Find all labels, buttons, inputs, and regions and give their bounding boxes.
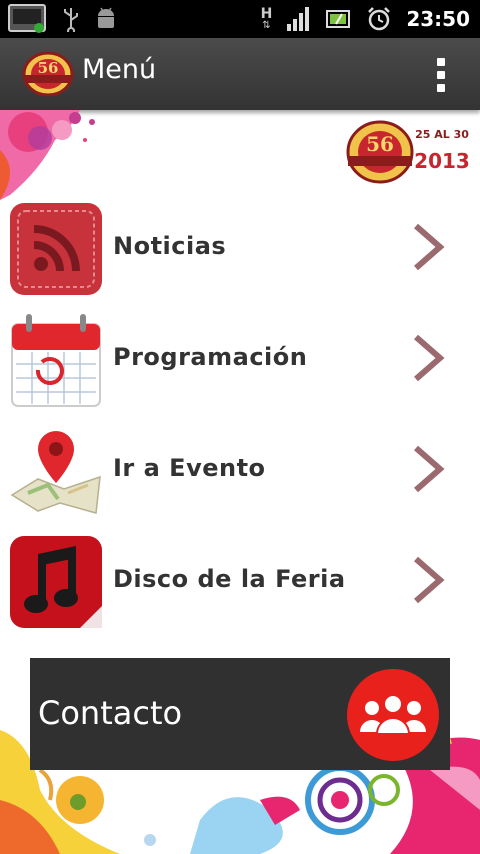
action-bar: 56 Menú — [0, 38, 480, 110]
rss-icon — [10, 203, 102, 295]
overflow-dot — [437, 84, 445, 92]
menu-item-label: Noticias — [113, 232, 227, 260]
menu-item-noticias[interactable]: Noticias — [0, 200, 480, 311]
menu-item-disco-de-la-feria[interactable]: Disco de la Feria — [0, 533, 480, 644]
event-dates: 25 AL 30 — [415, 128, 469, 141]
alarm-icon — [368, 7, 391, 31]
app-logo-icon[interactable]: 56 — [22, 51, 74, 97]
menu-item-label: Disco de la Feria — [113, 565, 346, 593]
overflow-dot — [437, 71, 445, 79]
page-title: Menú — [82, 54, 157, 85]
contact-button[interactable]: Contacto — [30, 658, 450, 770]
chevron-right-icon — [414, 334, 445, 382]
contact-label: Contacto — [38, 694, 183, 732]
hspa-network-icon: H ⇅ — [261, 7, 273, 31]
event-logo: 56 25 AL 30 2013 — [346, 120, 470, 184]
map-pin-icon — [10, 431, 101, 514]
menu-item-label: Programación — [113, 343, 308, 371]
network-type-label: H — [260, 6, 273, 22]
menu-item-programacion[interactable]: Programación — [0, 311, 480, 422]
data-arrows-icon: ⇅ — [262, 20, 271, 31]
event-logo-number: 56 — [366, 132, 394, 156]
chevron-right-icon — [414, 223, 445, 271]
music-note-icon — [10, 536, 102, 628]
main-menu: Noticias Programación Ir a Evento Disco … — [0, 200, 480, 644]
battery-icon — [326, 10, 351, 28]
status-bar: H ⇅ 23:50 — [0, 0, 480, 38]
calendar-icon — [11, 314, 101, 407]
signal-icon — [287, 7, 310, 31]
group-icon — [347, 669, 439, 761]
event-year: 2013 — [414, 149, 470, 173]
usb-icon — [64, 8, 78, 32]
screenshot-notification-icon — [8, 4, 46, 33]
chevron-right-icon — [414, 445, 445, 493]
overflow-dot — [437, 58, 445, 66]
chevron-right-icon — [414, 556, 445, 604]
android-debug-icon — [98, 7, 114, 28]
clock-time: 23:50 — [406, 7, 470, 31]
app-logo-number: 56 — [38, 59, 59, 77]
overflow-menu-icon[interactable] — [436, 58, 446, 92]
menu-item-ir-a-evento[interactable]: Ir a Evento — [0, 422, 480, 533]
menu-item-label: Ir a Evento — [113, 454, 266, 482]
